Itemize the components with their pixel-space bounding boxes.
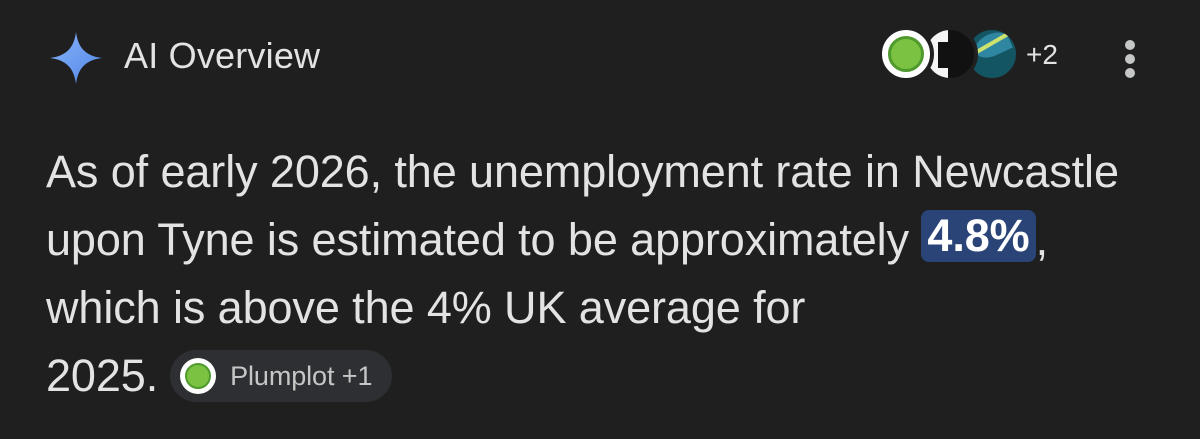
ai-overview-header: AI Overview +2	[44, 22, 1154, 84]
plumplot-favicon-icon[interactable]	[878, 26, 934, 82]
more-vert-icon-dot	[1125, 68, 1135, 78]
answer-line: upon Tyne is estimated to be approximate…	[46, 206, 1176, 274]
ai-overview-title: AI Overview	[124, 35, 321, 76]
answer-line: which is above the 4% UK average for	[46, 282, 806, 333]
answer-line: 2025. Plumplot +1	[46, 342, 1176, 410]
gemini-sparkle-icon	[50, 32, 102, 84]
answer-text: 2025.	[46, 350, 159, 401]
answer-line: As of early 2026, the unemployment rate …	[46, 146, 1119, 197]
more-sources-count[interactable]: +2	[1026, 40, 1058, 70]
ai-overview-panel: AI Overview +2 As of early 2026, the une…	[0, 0, 1200, 439]
ai-overview-answer: As of early 2026, the unemployment rate …	[46, 138, 1176, 410]
citation-chip[interactable]: Plumplot +1	[170, 350, 393, 402]
plumplot-favicon-icon	[180, 358, 217, 394]
citation-chip-label: Plumplot +1	[230, 361, 373, 391]
more-options-button[interactable]	[1108, 32, 1152, 84]
highlighted-rate: 4.8%	[921, 210, 1036, 262]
source-favicons[interactable]: +2	[878, 26, 1068, 82]
answer-text: upon Tyne is estimated to be approximate…	[46, 214, 922, 265]
more-vert-icon-dot	[1125, 54, 1135, 64]
more-vert-icon	[1125, 40, 1135, 50]
answer-text: ,	[1035, 214, 1049, 265]
